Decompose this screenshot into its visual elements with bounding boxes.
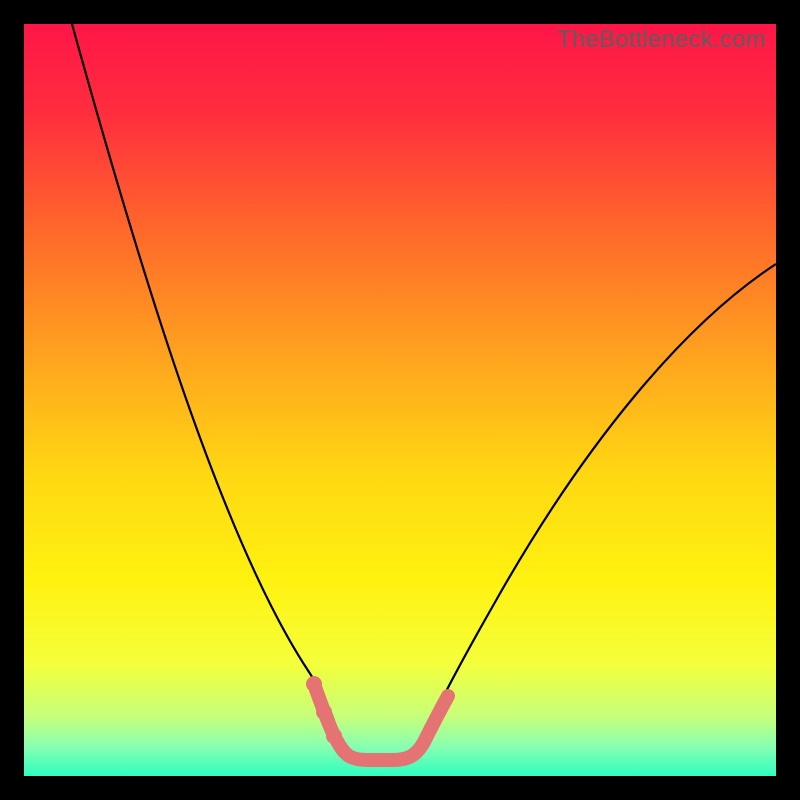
watermark-text: TheBottleneck.com <box>557 26 766 54</box>
highlight-dots <box>306 676 342 744</box>
highlight-dot <box>326 728 342 744</box>
chart-frame: TheBottleneck.com <box>24 24 776 776</box>
highlight-dot <box>316 704 332 720</box>
chart-plot <box>24 24 776 776</box>
highlight-dot <box>306 676 322 692</box>
optimal-range-highlight <box>314 684 448 760</box>
bottleneck-curve <box>72 24 776 758</box>
